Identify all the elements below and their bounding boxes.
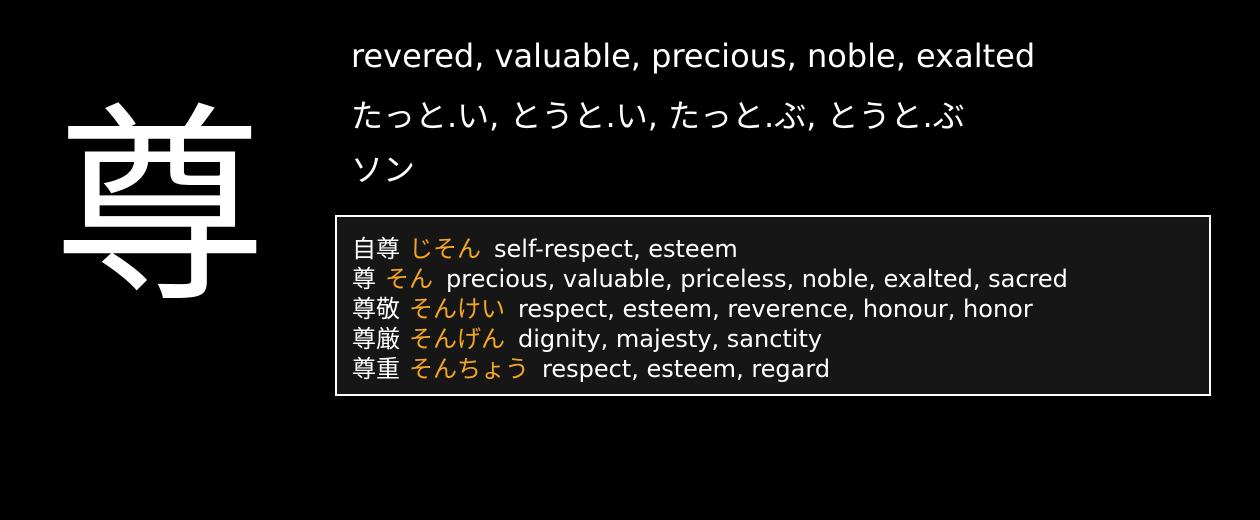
vocabulary-reading: じそん <box>409 235 481 263</box>
kanji-meanings: revered, valuable, precious, noble, exal… <box>351 37 1036 75</box>
vocabulary-meaning: respect, esteem, regard <box>542 355 831 383</box>
vocabulary-row: 尊敬 そんけい respect, esteem, reverence, honour… <box>352 294 1068 324</box>
kun-readings: たっと.い, とうと.い, たっと.ぶ, とうと.ぶ <box>351 97 965 135</box>
kanji-character: 尊 <box>54 84 266 331</box>
vocabulary-word: 尊重 <box>352 355 400 383</box>
vocabulary-row: 尊重 そんちょう respect, esteem, regard <box>352 354 1068 384</box>
vocabulary-word: 尊敬 <box>352 295 400 323</box>
vocabulary-reading: そんげん <box>409 325 505 353</box>
vocabulary-word: 自尊 <box>352 235 400 263</box>
on-readings: ソン <box>351 151 416 189</box>
vocabulary-row: 尊そん precious, valuable, priceless, noble,… <box>352 264 1068 294</box>
vocabulary-meaning: precious, valuable, priceless, noble, ex… <box>446 265 1068 293</box>
vocabulary-row: 自尊 じそん self-respect, esteem <box>352 234 1068 264</box>
vocabulary-box: 自尊 じそん self-respect, esteem 尊そん precious, v… <box>335 215 1211 396</box>
vocabulary-word: 尊 <box>352 265 376 293</box>
vocabulary-list: 自尊 じそん self-respect, esteem 尊そん precious, v… <box>352 234 1068 384</box>
vocabulary-reading: そん <box>385 265 433 293</box>
vocabulary-reading: そんちょう <box>409 355 529 383</box>
vocabulary-meaning: dignity, majesty, sanctity <box>518 325 823 353</box>
vocabulary-reading: そんけい <box>409 295 505 323</box>
vocabulary-word: 尊厳 <box>352 325 400 353</box>
vocabulary-meaning: respect, esteem, reverence, honour, hono… <box>518 295 1033 323</box>
vocabulary-meaning: self-respect, esteem <box>494 235 738 263</box>
vocabulary-row: 尊厳 そんげん dignity, majesty, sanctity <box>352 324 1068 354</box>
